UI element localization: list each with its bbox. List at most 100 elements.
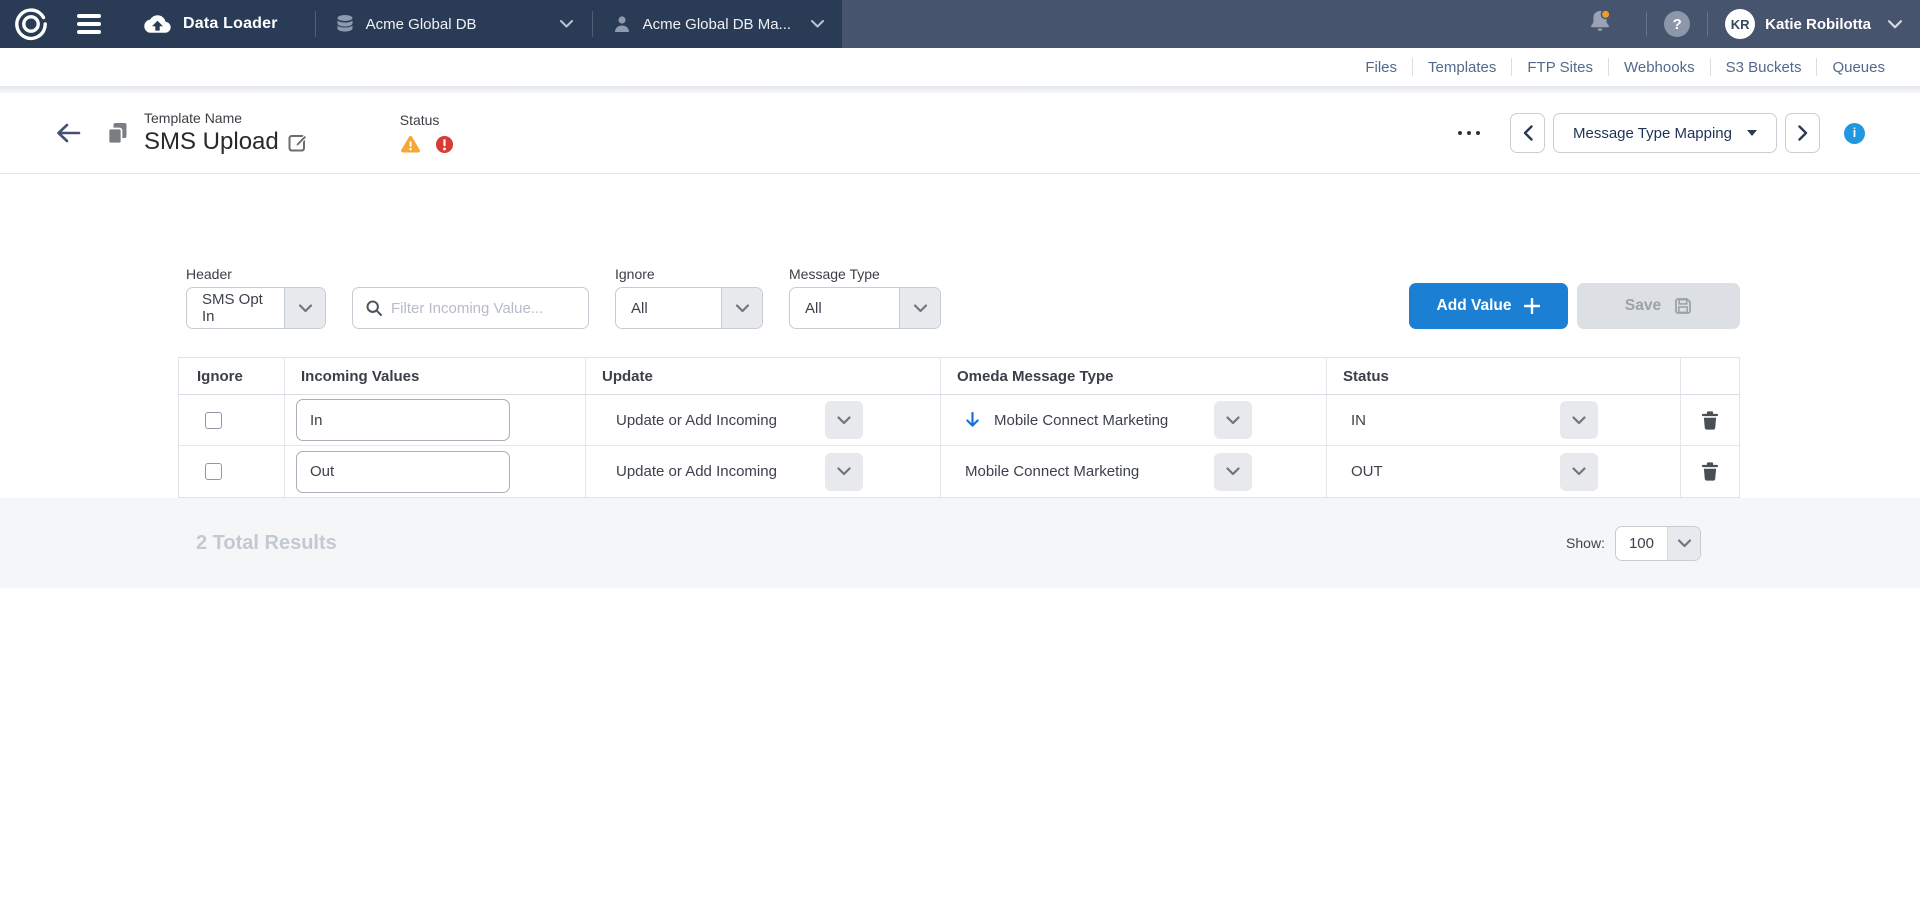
nav-item-queues[interactable]: Queues	[1817, 59, 1900, 76]
warning-icon[interactable]	[400, 135, 421, 154]
database-selector-label: Acme Global DB	[366, 16, 477, 33]
chevron-down-icon	[1678, 539, 1691, 548]
ignore-filter-label: Ignore	[615, 266, 763, 282]
caret-down-icon	[1747, 130, 1757, 136]
next-section-button[interactable]	[1785, 113, 1820, 153]
status-select[interactable]	[1560, 401, 1598, 439]
ignore-filter-select[interactable]: All	[615, 287, 763, 329]
menu-icon[interactable]	[77, 14, 101, 34]
copy-template-button[interactable]	[107, 122, 128, 145]
mapped-arrow-icon	[965, 411, 980, 429]
person-icon	[612, 14, 632, 34]
status-block: Status	[400, 112, 454, 154]
delete-row-button[interactable]	[1701, 410, 1719, 431]
chevron-left-icon	[1523, 125, 1533, 141]
divider	[1646, 12, 1647, 36]
save-icon	[1674, 297, 1692, 315]
avatar[interactable]: KR	[1725, 9, 1755, 39]
omeda-message-type-select[interactable]	[1214, 453, 1252, 491]
update-select-value: Update or Add Incoming	[616, 412, 777, 429]
message-type-filter-select[interactable]: All	[789, 287, 941, 329]
template-name-block: Template Name SMS Upload	[144, 110, 308, 156]
search-filter-label	[352, 266, 589, 282]
edit-icon	[288, 132, 308, 152]
table-header-row: Ignore Incoming Values Update Omeda Mess…	[179, 358, 1739, 395]
top-app-bar-left: Data Loader Acme Global DB Acme Global D…	[0, 0, 842, 48]
delete-row-button[interactable]	[1701, 461, 1719, 482]
filter-toolbar: Header SMS Opt In Ignore All Message Typ…	[186, 266, 1740, 329]
nav-item-webhooks[interactable]: Webhooks	[1609, 59, 1710, 76]
update-select-value: Update or Add Incoming	[616, 463, 777, 480]
chevron-down-icon	[1226, 467, 1240, 476]
info-icon[interactable]: i	[1844, 123, 1865, 144]
column-header-incoming-values: Incoming Values	[285, 358, 586, 394]
notifications-button[interactable]	[1588, 9, 1612, 40]
ignore-checkbox[interactable]	[205, 463, 222, 480]
trash-icon	[1701, 461, 1719, 482]
incoming-value-input[interactable]	[296, 399, 510, 441]
nav-item-files[interactable]: Files	[1350, 59, 1412, 76]
cloud-upload-icon	[144, 13, 171, 35]
section-selector-label: Message Type Mapping	[1573, 125, 1732, 142]
chevron-down-icon	[914, 304, 927, 313]
section-selector[interactable]: Message Type Mapping	[1553, 113, 1777, 153]
arrow-left-icon	[55, 121, 82, 145]
page-header-actions: Message Type Mapping i	[1458, 113, 1866, 153]
incoming-value-search	[352, 287, 589, 329]
table-row: Update or Add Incoming Mobile Connect Ma…	[179, 446, 1739, 497]
mapping-table: Ignore Incoming Values Update Omeda Mess…	[178, 357, 1740, 498]
omeda-message-type-select[interactable]	[1214, 401, 1252, 439]
top-app-bar: Data Loader Acme Global DB Acme Global D…	[0, 0, 1920, 48]
chevron-down-icon	[736, 304, 749, 313]
chevron-down-icon	[1226, 416, 1240, 425]
chevron-down-icon	[560, 20, 573, 28]
save-button[interactable]: Save	[1577, 283, 1740, 329]
status-select-value: OUT	[1351, 463, 1383, 480]
chevron-right-icon	[1798, 125, 1808, 141]
divider	[592, 11, 593, 37]
page-size-value: 100	[1616, 535, 1667, 552]
update-select[interactable]	[825, 401, 863, 439]
edit-template-name-button[interactable]	[288, 132, 308, 152]
secondary-nav: Files Templates FTP Sites Webhooks S3 Bu…	[0, 48, 1920, 87]
divider	[315, 11, 316, 37]
previous-section-button[interactable]	[1510, 113, 1545, 153]
add-value-label: Add Value	[1437, 297, 1512, 315]
product-name: Data Loader	[183, 15, 278, 33]
database-selector[interactable]: Acme Global DB	[335, 14, 573, 34]
header-filter-select[interactable]: SMS Opt In	[186, 287, 326, 329]
message-type-filter-value: All	[790, 300, 899, 317]
chevron-down-icon[interactable]	[1888, 20, 1902, 29]
page-size-select[interactable]: 100	[1615, 526, 1701, 561]
ignore-checkbox[interactable]	[205, 412, 222, 429]
message-type-filter-label: Message Type	[789, 266, 941, 282]
plus-icon	[1524, 298, 1540, 314]
chevron-down-icon	[299, 304, 312, 313]
add-value-button[interactable]: Add Value	[1409, 283, 1568, 329]
error-icon[interactable]	[435, 135, 454, 154]
search-icon	[366, 300, 382, 316]
profile-selector[interactable]: Acme Global DB Ma...	[612, 14, 824, 34]
template-name-label: Template Name	[144, 110, 308, 126]
help-icon[interactable]: ?	[1664, 11, 1690, 37]
status-select[interactable]	[1560, 453, 1598, 491]
nav-item-ftp-sites[interactable]: FTP Sites	[1512, 59, 1608, 76]
update-select[interactable]	[825, 453, 863, 491]
search-input[interactable]	[391, 300, 575, 317]
page-title: SMS Upload	[144, 128, 279, 156]
bell-icon	[1588, 9, 1612, 35]
product-title: Data Loader	[144, 13, 278, 35]
ignore-filter-value: All	[616, 300, 721, 317]
column-header-ignore: Ignore	[179, 358, 285, 394]
nav-item-templates[interactable]: Templates	[1413, 59, 1511, 76]
header-filter-label: Header	[186, 266, 326, 282]
omeda-logo-icon[interactable]	[14, 7, 48, 41]
column-header-status: Status	[1327, 358, 1681, 394]
more-actions-button[interactable]	[1458, 131, 1481, 136]
top-app-bar-right: ? KR Katie Robilotta	[1588, 0, 1920, 48]
incoming-value-input[interactable]	[296, 451, 510, 493]
omeda-message-type-value: Mobile Connect Marketing	[994, 412, 1168, 429]
save-label: Save	[1625, 297, 1661, 315]
nav-item-s3-buckets[interactable]: S3 Buckets	[1711, 59, 1817, 76]
back-button[interactable]	[55, 121, 82, 145]
